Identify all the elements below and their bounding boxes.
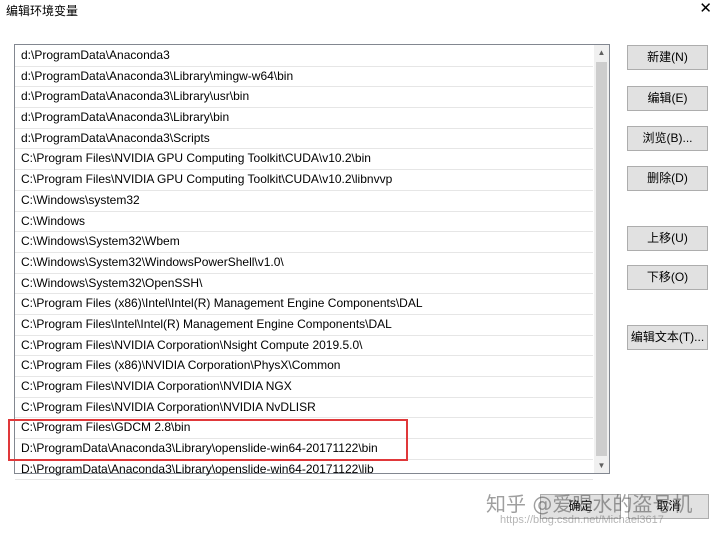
scroll-down-icon[interactable]: ▼ xyxy=(594,458,609,473)
path-rows: d:\ProgramData\Anaconda3 d:\ProgramData\A… xyxy=(15,46,593,481)
path-list-item[interactable]: d:\ProgramData\Anaconda3\Library\bin xyxy=(15,108,593,129)
path-list-item[interactable]: C:\Program Files\Intel\Intel(R) Manageme… xyxy=(15,315,593,336)
move-down-button[interactable]: 下移(O) xyxy=(627,265,708,290)
scrollbar[interactable]: ▲ ▼ xyxy=(594,45,609,473)
watermark-url: https://blog.csdn.net/Michael3617 xyxy=(500,514,664,526)
path-list-item[interactable]: C:\Program Files\NVIDIA GPU Computing To… xyxy=(15,170,593,191)
highlight-annotation-box xyxy=(8,419,408,461)
path-list[interactable]: d:\ProgramData\Anaconda3 d:\ProgramData\A… xyxy=(14,44,610,481)
scroll-up-icon[interactable]: ▲ xyxy=(594,45,609,60)
path-list-item[interactable]: C:\Program Files\NVIDIA Corporation\NVID… xyxy=(15,398,593,419)
watermark-text: 知乎 @爱喝水的盗号机 xyxy=(486,492,693,516)
path-list-item[interactable]: C:\Windows\System32\WindowsPowerShell\v1… xyxy=(15,253,593,274)
path-list-item[interactable]: C:\Program Files\NVIDIA Corporation\NVID… xyxy=(15,377,593,398)
path-list-item[interactable]: C:\Windows xyxy=(15,212,593,233)
edit-text-button[interactable]: 编辑文本(T)... xyxy=(627,325,708,350)
path-list-item[interactable]: C:\Windows\system32 xyxy=(15,191,593,212)
path-list-item[interactable]: d:\ProgramData\Anaconda3 xyxy=(15,46,593,67)
scrollbar-thumb[interactable] xyxy=(596,62,607,456)
close-icon[interactable]: ✕ xyxy=(699,0,712,18)
path-list-item[interactable]: C:\Windows\System32\OpenSSH\ xyxy=(15,274,593,295)
path-list-item[interactable]: D:\ProgramData\Anaconda3\Library\opensli… xyxy=(15,460,593,481)
window-title: 编辑环境变量 xyxy=(6,4,79,18)
edit-button[interactable]: 编辑(E) xyxy=(627,86,708,111)
path-list-item[interactable]: C:\Windows\System32\Wbem xyxy=(15,232,593,253)
path-list-item[interactable]: C:\Program Files (x86)\NVIDIA Corporatio… xyxy=(15,356,593,377)
path-list-item[interactable]: C:\Program Files (x86)\Intel\Intel(R) Ma… xyxy=(15,294,593,315)
path-list-item[interactable]: C:\Program Files\NVIDIA GPU Computing To… xyxy=(15,149,593,171)
path-list-item[interactable]: d:\ProgramData\Anaconda3\Library\mingw-w… xyxy=(15,67,593,88)
path-list-item[interactable]: d:\ProgramData\Anaconda3\Library\usr\bin xyxy=(15,87,593,109)
path-list-item[interactable]: C:\Program Files\NVIDIA Corporation\Nsig… xyxy=(15,336,593,357)
new-button[interactable]: 新建(N) xyxy=(627,45,708,70)
path-list-item[interactable]: d:\ProgramData\Anaconda3\Scripts xyxy=(15,129,593,150)
delete-button[interactable]: 删除(D) xyxy=(627,166,708,191)
browse-button[interactable]: 浏览(B)... xyxy=(627,126,708,151)
move-up-button[interactable]: 上移(U) xyxy=(627,226,708,251)
